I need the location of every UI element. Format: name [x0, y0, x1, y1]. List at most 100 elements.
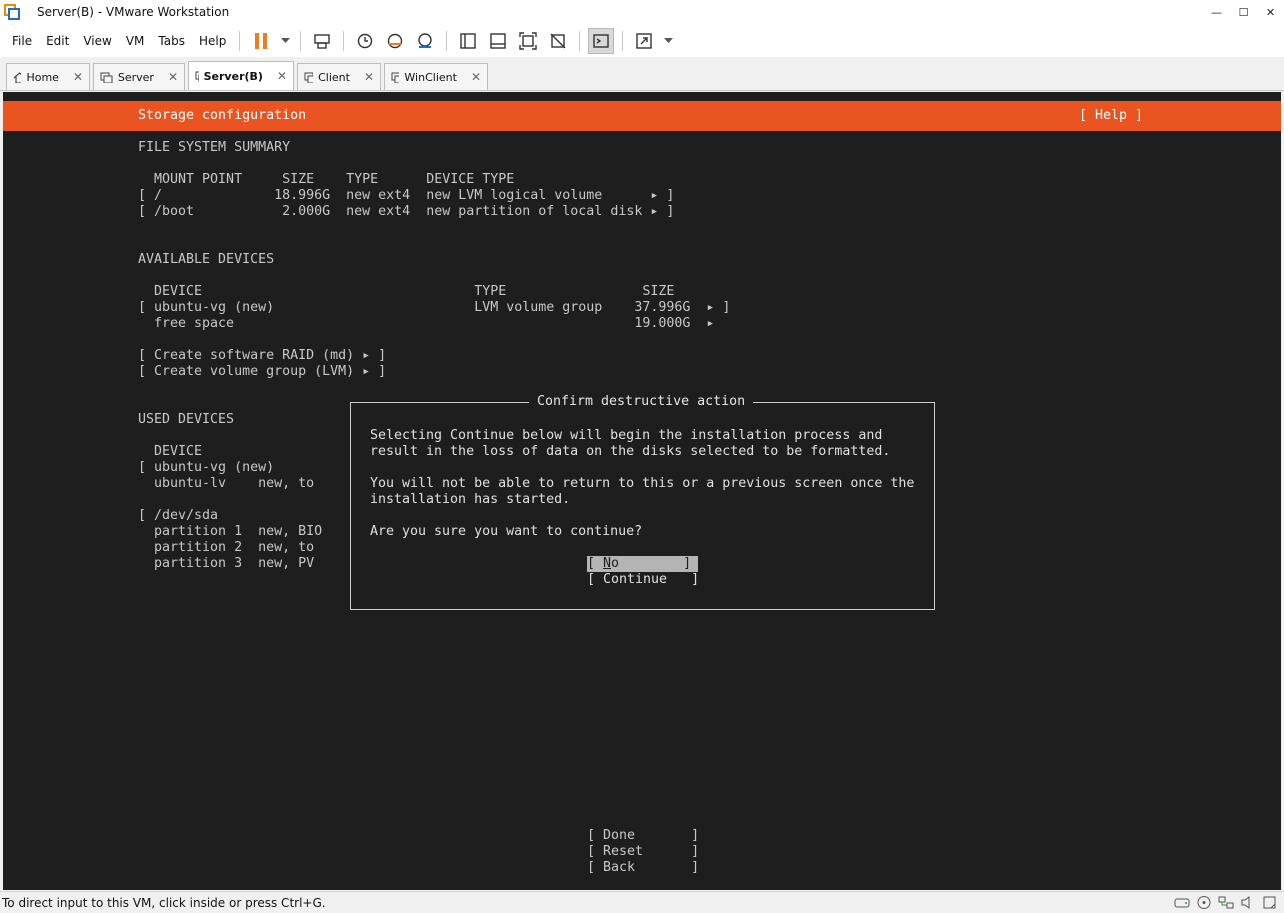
help-button[interactable]: [ Help ]	[1079, 108, 1143, 123]
stretch-icon	[636, 32, 653, 49]
window-controls: — ☐ ✕	[1203, 0, 1284, 24]
vm-tab-strip: Home ✕ Server ✕ Server(B) ✕ Client ✕ Win…	[0, 57, 1284, 91]
send-ctrl-alt-del-button[interactable]	[309, 28, 335, 54]
minimize-button[interactable]: —	[1203, 0, 1230, 24]
keyboard-send-icon	[314, 33, 331, 49]
screen-title: Storage configuration	[138, 108, 307, 123]
done-button[interactable]: [ Done ]	[587, 828, 699, 844]
message-log-icon[interactable]	[1262, 895, 1278, 910]
tab-winclient[interactable]: WinClient ✕	[384, 63, 488, 90]
used-row: ubuntu-lv new, to	[138, 476, 315, 491]
used-row: partition 1 new, BIO	[138, 524, 323, 539]
tab-label: WinClient	[404, 70, 457, 84]
menu-tabs[interactable]: Tabs	[151, 34, 192, 48]
close-tab-icon[interactable]: ✕	[263, 69, 287, 83]
unity-disabled-icon	[550, 33, 566, 48]
used-devices-columns: DEVICE	[138, 444, 203, 459]
snapshot-manager-icon	[418, 32, 433, 48]
window-title: Server(B) - VMware Workstation	[37, 5, 230, 19]
show-library-button[interactable]	[455, 28, 481, 54]
tab-server-b[interactable]: Server(B) ✕	[188, 61, 294, 90]
create-lvm-button[interactable]: [ Create volume group (LVM) ▸ ]	[138, 364, 386, 380]
confirm-dialog: Confirm destructive action Selecting Con…	[350, 394, 935, 610]
no-button[interactable]: [ No ]	[587, 556, 698, 572]
show-thumbnail-bar-button[interactable]	[485, 28, 511, 54]
dialog-question: Are you sure you want to continue?	[370, 524, 643, 539]
thumbnail-bar-icon	[490, 32, 507, 49]
title-bar: Server(B) - VMware Workstation — ☐ ✕	[0, 0, 1284, 24]
tab-client[interactable]: Client ✕	[297, 63, 381, 90]
toolbar-separator	[239, 30, 241, 51]
hard-disk-icon[interactable]	[1174, 895, 1190, 910]
snapshot-clock-icon	[358, 33, 373, 48]
dialog-title: Confirm destructive action	[529, 394, 754, 410]
fs-row-boot[interactable]: [ /boot 2.000G new ext4 new partition of…	[138, 204, 674, 220]
library-panel-icon	[460, 32, 477, 49]
full-screen-icon	[519, 31, 538, 50]
power-dropdown-button[interactable]	[278, 28, 292, 54]
dialog-text: result in the loss of data on the disks …	[370, 444, 891, 459]
device-row-free-space[interactable]: free space 19.000G ▸	[138, 316, 714, 332]
chevron-down-icon	[280, 37, 290, 43]
fs-summary-heading: FILE SYSTEM SUMMARY	[138, 140, 291, 155]
menu-help[interactable]: Help	[192, 34, 233, 48]
dialog-text: installation has started.	[370, 492, 571, 507]
console-view-button[interactable]	[588, 27, 615, 54]
installer-header: Storage configuration [ Help ]	[3, 101, 1281, 131]
available-devices-columns: DEVICE TYPE SIZE	[138, 284, 675, 299]
menu-vm[interactable]: VM	[119, 34, 152, 48]
menu-file[interactable]: File	[0, 34, 39, 48]
unity-mode-button[interactable]	[545, 28, 571, 54]
vmware-app-icon	[4, 4, 20, 20]
sound-card-icon[interactable]	[1240, 895, 1256, 910]
tab-label: Home	[26, 70, 59, 84]
menu-edit[interactable]: Edit	[39, 34, 76, 48]
fs-summary-columns: MOUNT POINT SIZE TYPE DEVICE TYPE	[138, 172, 515, 187]
close-tab-icon[interactable]: ✕	[350, 70, 374, 84]
snapshot-manager-button[interactable]	[412, 28, 438, 54]
dialog-text: You will not be able to return to this o…	[370, 476, 915, 491]
device-row-ubuntu-vg[interactable]: [ ubuntu-vg (new) LVM volume group 37.99…	[138, 300, 730, 316]
chevron-down-icon	[663, 37, 673, 43]
continue-button[interactable]: [ Continue ]	[587, 572, 699, 588]
cd-drive-icon[interactable]	[1196, 895, 1212, 910]
vm-console[interactable]: Storage configuration [ Help ] FILE SYST…	[3, 92, 1281, 890]
fs-row-root[interactable]: [ / 18.996G new ext4 new LVM logical vol…	[138, 188, 674, 204]
dialog-text: Selecting Continue below will begin the …	[370, 428, 883, 443]
pause-vm-button[interactable]	[248, 28, 274, 54]
stretch-guest-button[interactable]	[631, 28, 657, 54]
maximize-button[interactable]: ☐	[1230, 0, 1257, 24]
tab-label: Client	[318, 70, 350, 84]
create-raid-button[interactable]: [ Create software RAID (md) ▸ ]	[138, 348, 386, 364]
status-bar: To direct input to this VM, click inside…	[0, 891, 1284, 913]
take-snapshot-button[interactable]	[352, 28, 378, 54]
used-row: partition 3 new, PV	[138, 556, 315, 571]
terminal-icon	[593, 33, 610, 48]
menu-view[interactable]: View	[76, 34, 118, 48]
used-row[interactable]: [ ubuntu-vg (new)	[138, 460, 274, 476]
close-tab-icon[interactable]: ✕	[59, 70, 83, 84]
full-screen-button[interactable]	[515, 28, 541, 54]
close-tab-icon[interactable]: ✕	[154, 70, 178, 84]
network-adapter-icon[interactable]	[1218, 895, 1234, 910]
device-status-icons	[1174, 895, 1278, 910]
revert-snapshot-button[interactable]	[382, 28, 408, 54]
reset-button[interactable]: [ Reset ]	[587, 844, 699, 860]
stretch-dropdown-button[interactable]	[661, 28, 675, 54]
running-vm-icon	[195, 71, 199, 82]
tab-label: Server	[117, 70, 154, 84]
vm-tab-icon	[391, 72, 400, 83]
close-window-button[interactable]: ✕	[1257, 0, 1284, 24]
used-row: partition 2 new, to	[138, 540, 315, 555]
tab-server[interactable]: Server ✕	[93, 63, 185, 90]
tab-label: Server(B)	[203, 69, 263, 83]
vm-tab-icon	[304, 72, 314, 83]
back-button[interactable]: [ Back ]	[587, 860, 699, 876]
vm-tab-icon	[100, 72, 113, 83]
used-row[interactable]: [ /dev/sda	[138, 508, 218, 524]
tab-home[interactable]: Home ✕	[6, 63, 90, 90]
status-message: To direct input to this VM, click inside…	[2, 895, 326, 910]
available-devices-heading: AVAILABLE DEVICES	[138, 252, 275, 267]
revert-snapshot-icon	[388, 33, 403, 48]
close-tab-icon[interactable]: ✕	[457, 70, 481, 84]
